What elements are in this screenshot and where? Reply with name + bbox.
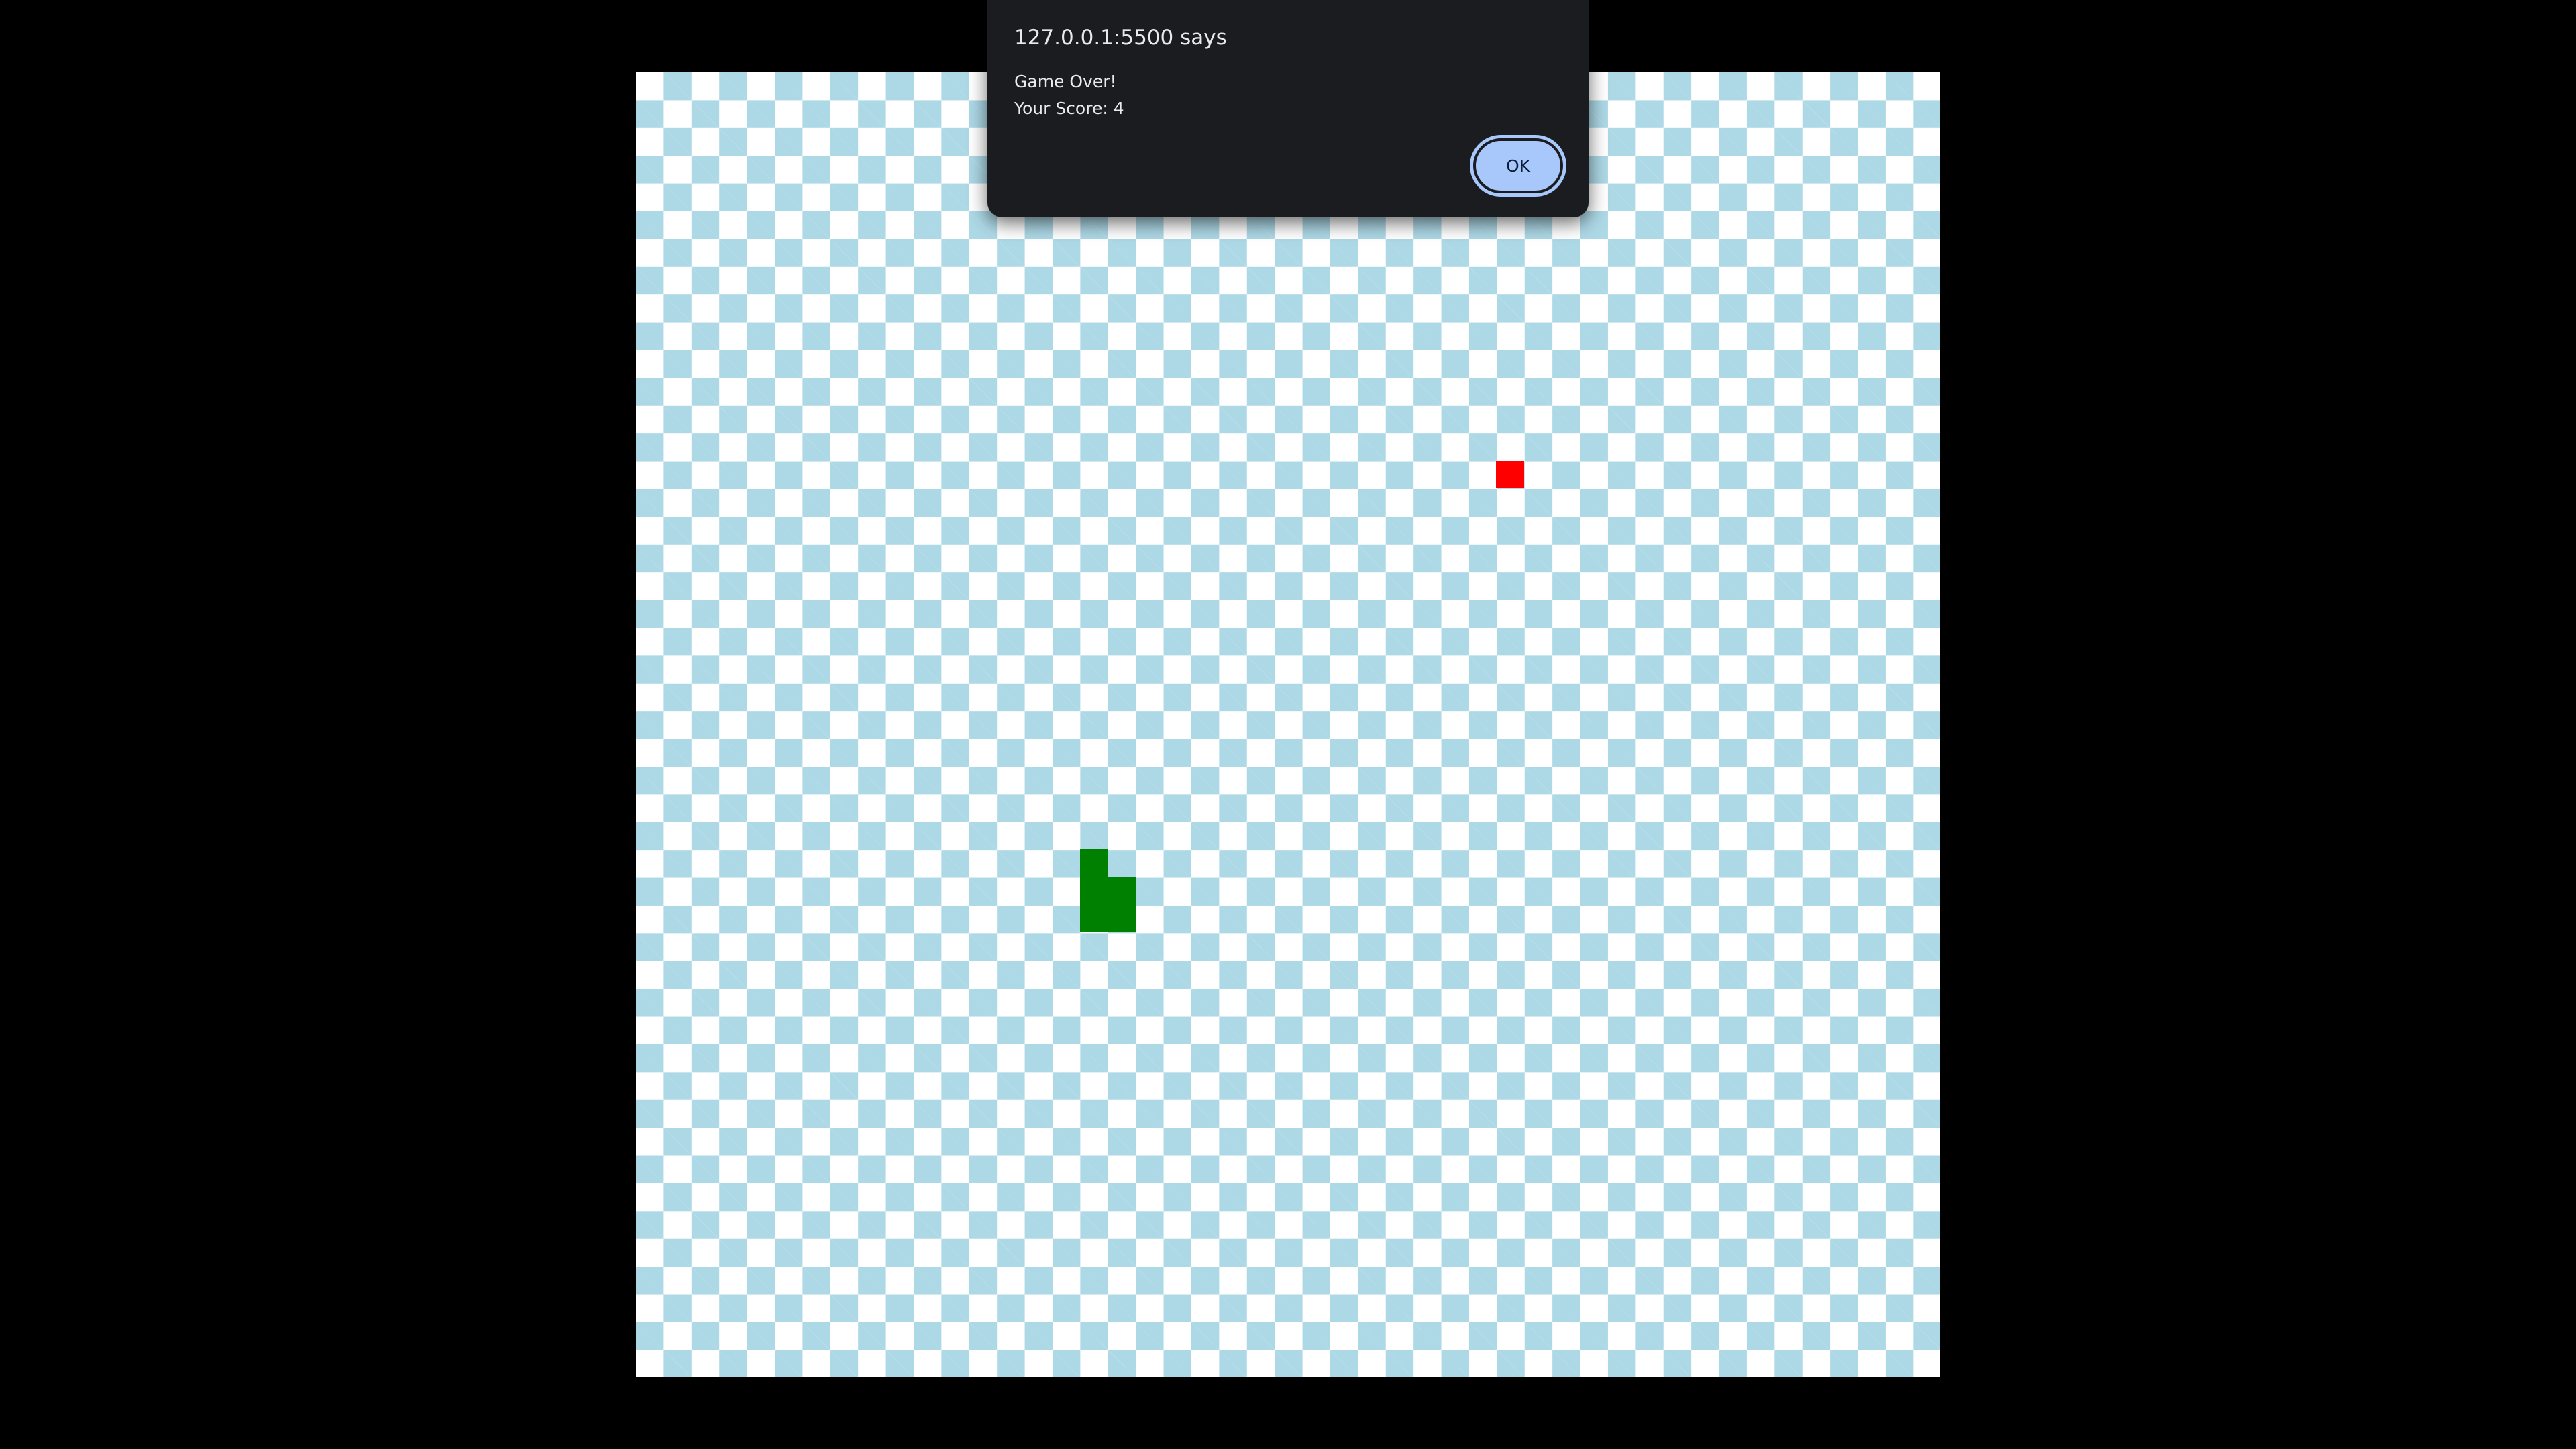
food-item [1496, 461, 1524, 489]
browser-viewport: 127.0.0.1:5500 says Game Over! Your Scor… [0, 0, 2576, 1449]
game-over-text: Game Over! [1014, 72, 1117, 91]
snake-segment [1079, 904, 1108, 933]
snake-segment [1108, 904, 1136, 933]
score-text: Your Score: 4 [1014, 99, 1124, 118]
game-board [636, 72, 1940, 1377]
snake-segment [1108, 877, 1136, 905]
ok-button[interactable]: OK [1473, 138, 1563, 193]
dialog-title: 127.0.0.1:5500 says [1014, 25, 1227, 50]
snake-head [1079, 849, 1108, 877]
dialog-message: Game Over! Your Score: 4 [1014, 68, 1124, 122]
snake-segment [1079, 877, 1108, 905]
